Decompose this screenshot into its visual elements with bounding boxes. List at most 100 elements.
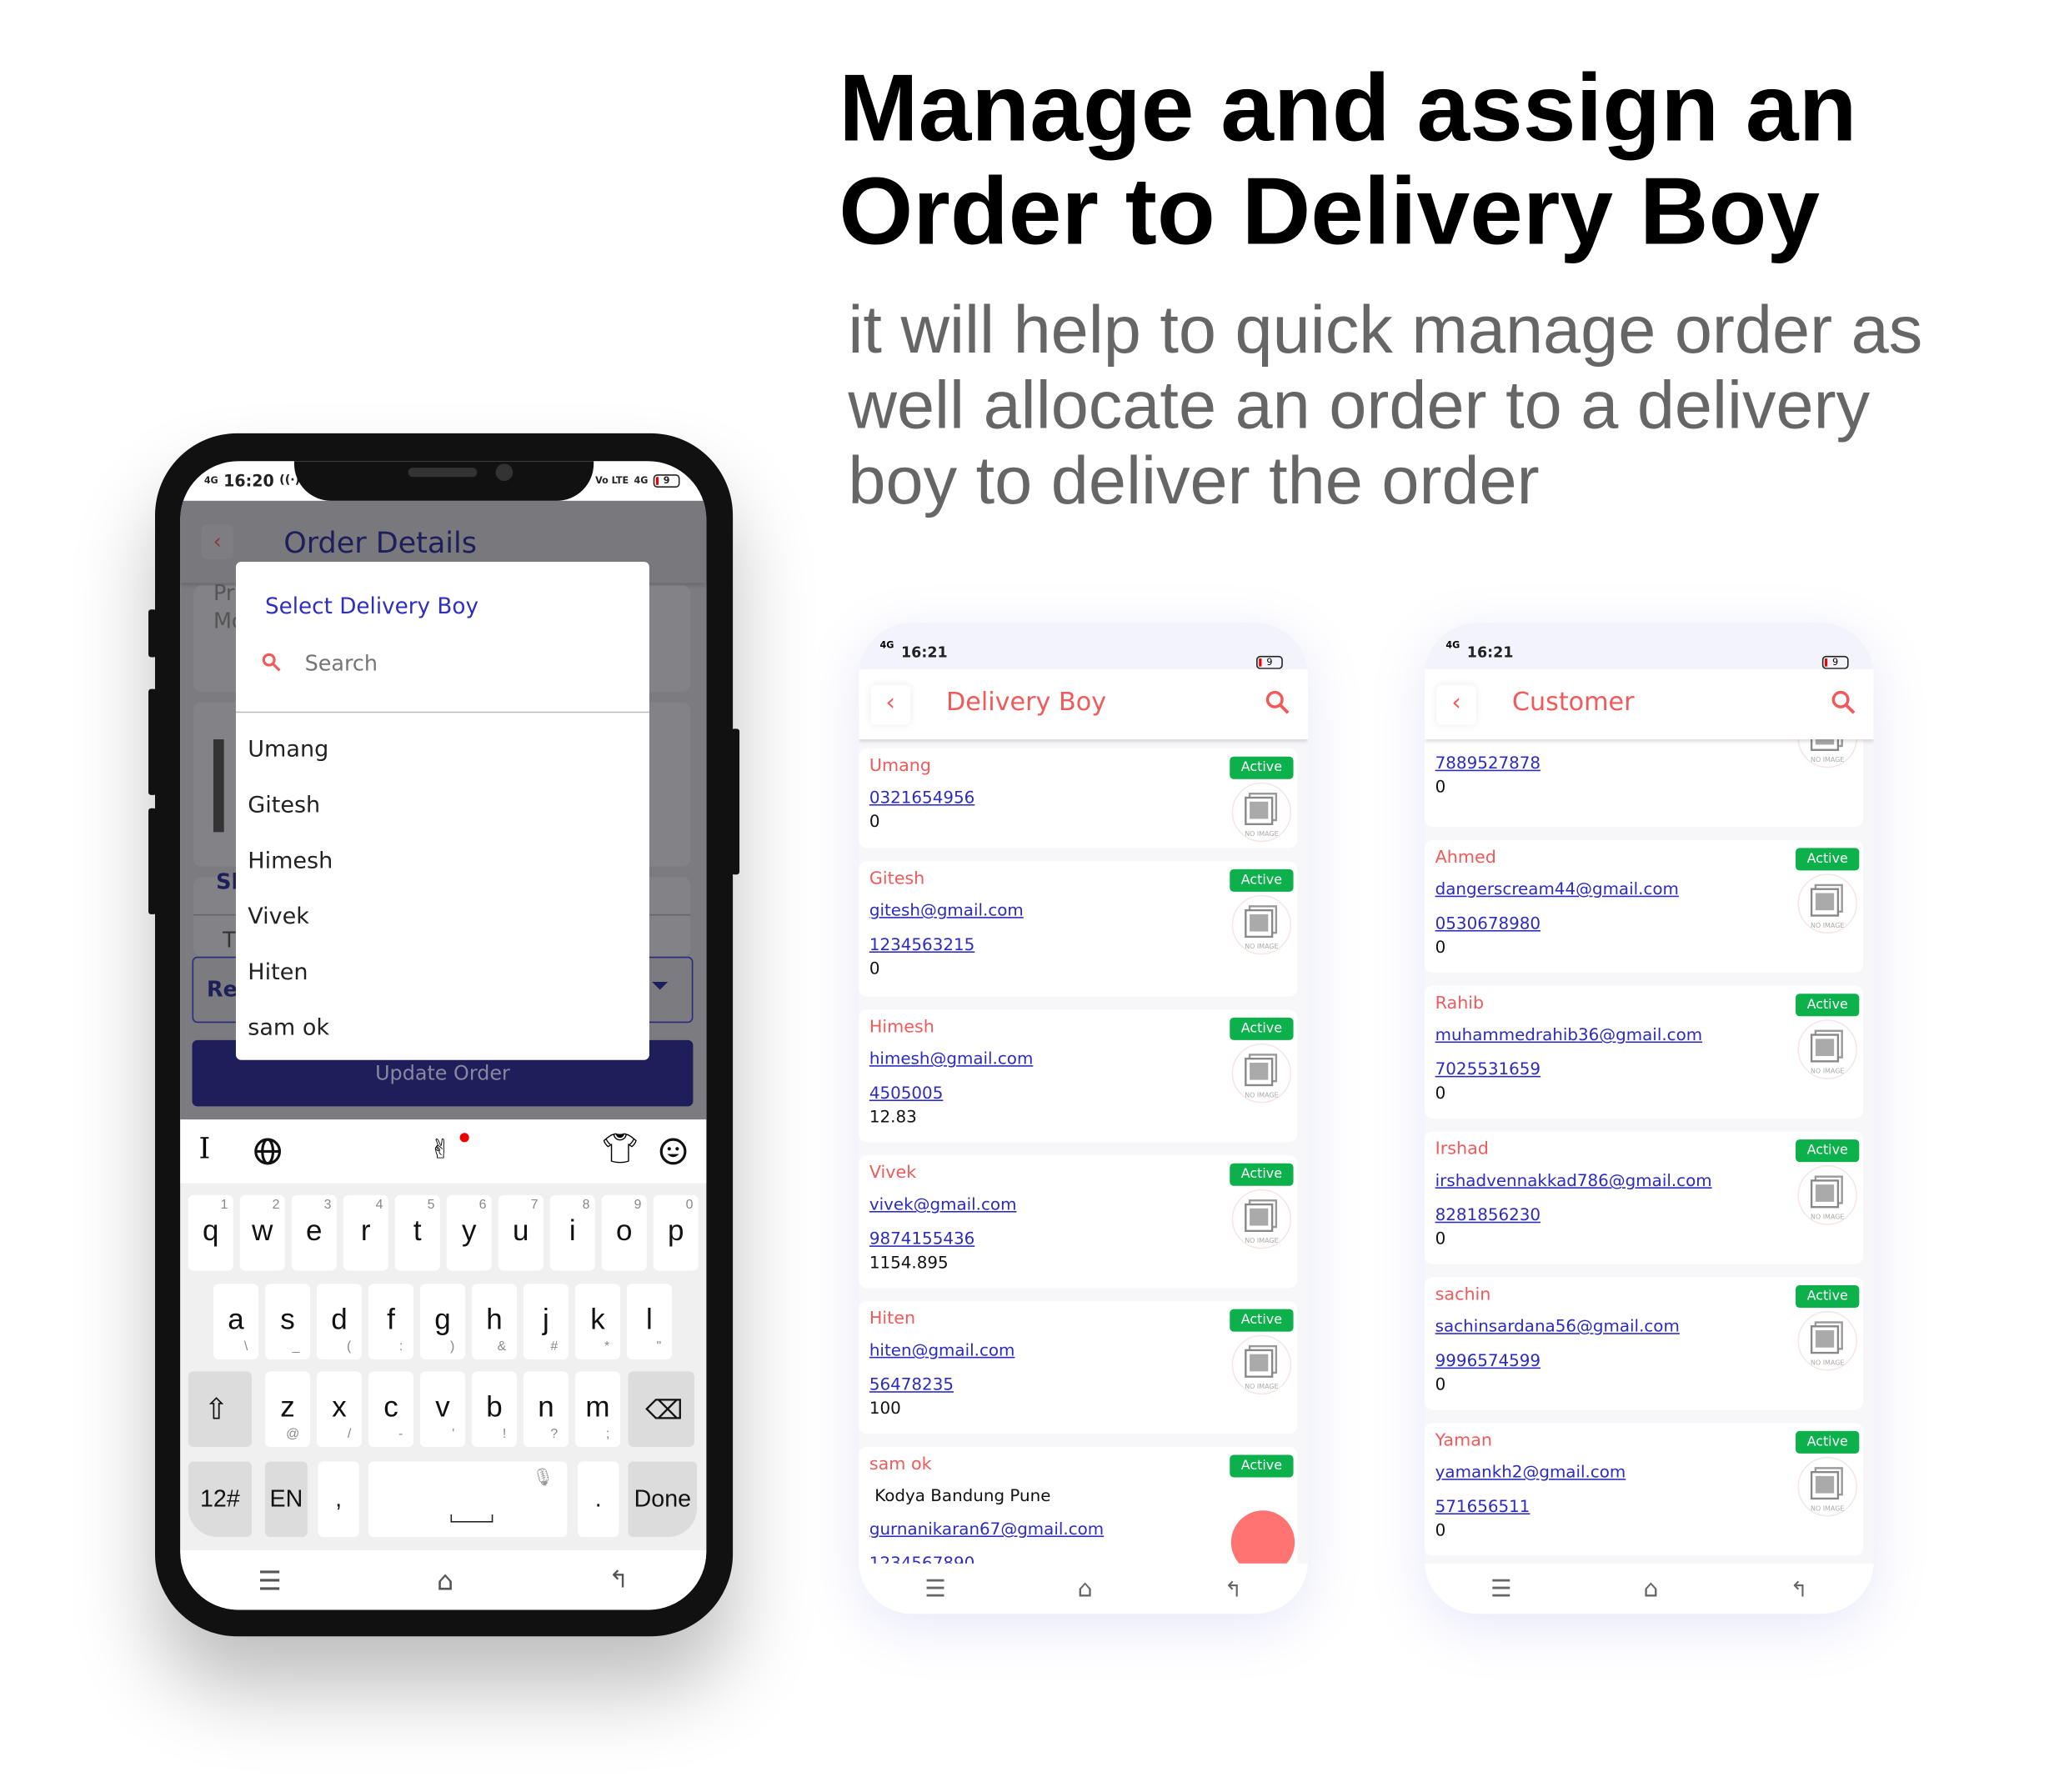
contact-link[interactable]: 0530678980: [1435, 913, 1540, 933]
back-button[interactable]: ‹: [870, 684, 911, 725]
key-p[interactable]: p0: [653, 1194, 699, 1271]
key-y[interactable]: y6: [446, 1194, 492, 1271]
back-button[interactable]: ‹: [201, 524, 233, 559]
key-k[interactable]: k *: [574, 1284, 620, 1360]
key-r[interactable]: r4: [343, 1194, 388, 1271]
delivery-boy-option[interactable]: Gitesh: [248, 793, 632, 819]
key-j[interactable]: j #: [523, 1284, 569, 1360]
key-l[interactable]: l ": [626, 1284, 672, 1360]
backspace-key[interactable]: ⌫: [628, 1371, 695, 1447]
key-f[interactable]: f:: [368, 1284, 413, 1360]
list-card[interactable]: Hiten Active hiten@gmail.com 56478235 100 NO …: [859, 1301, 1298, 1434]
contact-link[interactable]: 1234567890: [869, 1553, 974, 1564]
language-key[interactable]: EN: [264, 1461, 308, 1538]
home-icon[interactable]: ⌂: [1643, 1574, 1658, 1602]
key-s[interactable]: s _: [264, 1284, 310, 1360]
key-m[interactable]: m;: [574, 1371, 620, 1447]
list-card[interactable]: sachin Active sachinsardana56@gmail.com 999…: [1424, 1277, 1864, 1410]
back-icon[interactable]: ↰: [609, 1566, 629, 1594]
contact-link[interactable]: 9996574599: [1435, 1350, 1540, 1370]
list-card[interactable]: Himesh Active himesh@gmail.com 4505005 12.83…: [859, 1009, 1298, 1143]
contact-link[interactable]: 571656511: [1435, 1496, 1530, 1516]
gesture-icon[interactable]: ✌: [429, 1133, 452, 1164]
back-icon[interactable]: ↰: [1791, 1576, 1808, 1601]
list[interactable]: Umang Active 0321654956 0 NO IMAGE Gitesh Acti…: [859, 739, 1308, 1564]
key-a[interactable]: a \: [213, 1284, 258, 1360]
key-u[interactable]: u7: [498, 1194, 544, 1271]
contact-link[interactable]: gurnanikaran67@gmail.com: [869, 1519, 1104, 1539]
contact-link[interactable]: 9874155436: [869, 1229, 974, 1249]
key-i[interactable]: i8: [549, 1194, 595, 1271]
delivery-boy-option[interactable]: Hiten: [248, 959, 632, 986]
key-g[interactable]: g): [419, 1284, 465, 1360]
key-w[interactable]: w2: [239, 1194, 285, 1271]
contact-link[interactable]: 8281856230: [1435, 1204, 1540, 1224]
key-b[interactable]: b!: [471, 1371, 517, 1447]
back-icon[interactable]: ↰: [1225, 1576, 1242, 1601]
search-icon[interactable]: [1265, 689, 1291, 716]
delivery-boy-option[interactable]: Himesh: [248, 848, 632, 874]
contact-link[interactable]: vivek@gmail.com: [869, 1194, 1017, 1214]
comma-key[interactable]: ,: [318, 1461, 359, 1538]
globe-icon[interactable]: [253, 1137, 283, 1166]
key-c[interactable]: c-: [368, 1371, 413, 1447]
key-x[interactable]: x /: [316, 1371, 362, 1447]
shift-key[interactable]: ⇧: [188, 1371, 253, 1447]
key-z[interactable]: z @: [264, 1371, 310, 1447]
contact-link[interactable]: 1234563215: [869, 934, 974, 954]
contact-link[interactable]: sachinsardana56@gmail.com: [1435, 1316, 1680, 1336]
done-key[interactable]: Done: [628, 1461, 698, 1538]
list-card[interactable]: Ahmed Active dangerscream44@gmail.com 05306…: [1424, 839, 1864, 973]
list-card[interactable]: Vivek Active vivek@gmail.com 9874155436 1154…: [859, 1155, 1298, 1289]
contact-link[interactable]: yamankh2@gmail.com: [1435, 1461, 1626, 1481]
no-image-icon: NO IMAGE: [1797, 739, 1858, 768]
back-button[interactable]: ‹: [1436, 684, 1476, 725]
search-input[interactable]: [302, 643, 626, 682]
menu-icon[interactable]: ☰: [924, 1574, 946, 1602]
numbers-key[interactable]: 12#: [188, 1461, 253, 1538]
key-d[interactable]: d(: [316, 1284, 362, 1360]
list-card[interactable]: sam ok Active Kodya Bandung Pune gurnanikar…: [859, 1446, 1298, 1564]
contact-link[interactable]: 4505005: [869, 1083, 944, 1103]
list-card[interactable]: ahamadbasit111@gmail.com78895278780NO IM…: [1424, 739, 1864, 827]
key-secondary-label: 9: [634, 1198, 642, 1213]
microphone-icon[interactable]: 🎙︎: [532, 1467, 554, 1488]
key-n[interactable]: n?: [523, 1371, 569, 1447]
list-card[interactable]: Yaman Active yamankh2@gmail.com 571656511 0 N…: [1424, 1423, 1864, 1556]
contact-link[interactable]: himesh@gmail.com: [869, 1048, 1033, 1068]
menu-icon[interactable]: ☰: [258, 1564, 282, 1596]
contact-link[interactable]: dangerscream44@gmail.com: [1435, 878, 1679, 899]
menu-icon[interactable]: ☰: [1490, 1574, 1512, 1602]
search-icon[interactable]: [1830, 689, 1856, 716]
contact-link[interactable]: 0321654956: [869, 787, 974, 807]
contact-link[interactable]: hiten@gmail.com: [869, 1339, 1015, 1359]
list-card[interactable]: Umang Active 0321654956 0 NO IMAGE: [859, 748, 1298, 848]
contact-link[interactable]: muhammedrahib36@gmail.com: [1435, 1024, 1702, 1044]
key-h[interactable]: h &: [471, 1284, 517, 1360]
delivery-boy-option[interactable]: Vivek: [248, 904, 632, 930]
key-v[interactable]: v ': [419, 1371, 465, 1447]
emoji-icon[interactable]: [659, 1137, 688, 1166]
contact-link[interactable]: 56478235: [869, 1374, 954, 1394]
contact-link[interactable]: irshadvennakkad786@gmail.com: [1435, 1170, 1712, 1190]
period-key[interactable]: .: [578, 1461, 619, 1538]
status-time: 16:20: [223, 471, 274, 491]
space-key[interactable]: 🎙︎: [368, 1461, 568, 1538]
delivery-boy-option[interactable]: Umang: [248, 737, 632, 763]
delivery-boy-option[interactable]: sam ok: [248, 1015, 632, 1042]
contact-link[interactable]: 7025531659: [1435, 1059, 1540, 1079]
home-icon[interactable]: ⌂: [1078, 1574, 1093, 1602]
home-icon[interactable]: ⌂: [437, 1564, 453, 1596]
list-card[interactable]: Irshad Active irshadvennakkad786@gmail.com…: [1424, 1131, 1864, 1264]
theme-shirt-icon[interactable]: 👕︎: [602, 1133, 639, 1166]
contact-link[interactable]: 7889527878: [1435, 753, 1540, 773]
list-card[interactable]: Gitesh Active gitesh@gmail.com 1234563215 0 N…: [859, 861, 1298, 997]
key-o[interactable]: o9: [601, 1194, 647, 1271]
list[interactable]: ahamadbasit111@gmail.com78895278780NO IM…: [1424, 739, 1874, 1564]
list-card[interactable]: Rahib Active muhammedrahib36@gmail.com 7025…: [1424, 985, 1864, 1119]
key-e[interactable]: e3: [291, 1194, 337, 1271]
key-t[interactable]: t5: [394, 1194, 440, 1271]
key-q[interactable]: q1: [188, 1194, 233, 1271]
cursor-icon[interactable]: I: [198, 1133, 210, 1166]
contact-link[interactable]: gitesh@gmail.com: [869, 899, 1024, 919]
